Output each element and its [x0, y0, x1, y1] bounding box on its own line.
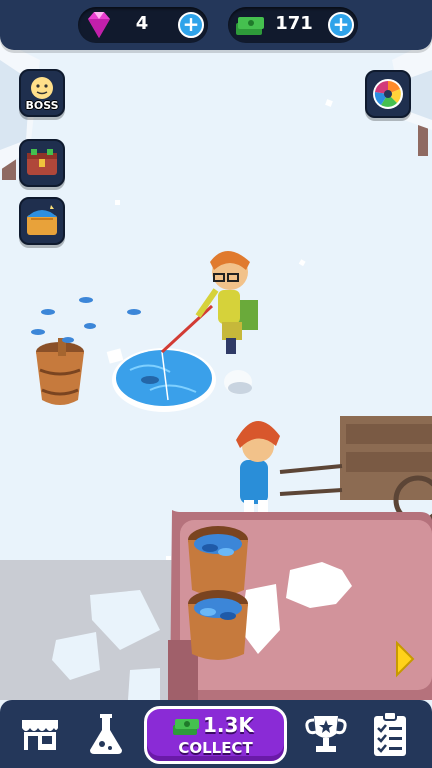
- flask-icon: [90, 714, 122, 754]
- gem-icon: [88, 12, 110, 38]
- add-gems-button[interactable]: +: [178, 12, 204, 38]
- treasure-chest-button[interactable]: [19, 139, 65, 187]
- gems-count: 4: [135, 13, 149, 34]
- boss-label: BOSS: [25, 99, 59, 112]
- collect-amount: 1.3K: [203, 713, 254, 737]
- color-wheel-icon: [373, 79, 403, 109]
- wooden-bucket: [36, 338, 84, 405]
- cash-counter: 171 +: [228, 7, 358, 43]
- arrow-right-icon[interactable]: [394, 640, 416, 678]
- collect-button[interactable]: 1.3K COLLECT: [144, 706, 287, 764]
- bottom-nav-bar: 1.3K COLLECT: [0, 700, 432, 768]
- cash-stack-icon: [173, 719, 199, 735]
- cash-count: 171: [275, 13, 313, 34]
- lab-button[interactable]: [78, 706, 134, 762]
- boss-button[interactable]: BOSS: [19, 69, 65, 117]
- treasure-map-icon: [27, 205, 57, 235]
- color-wheel-button[interactable]: [365, 70, 411, 118]
- trophy-icon: [305, 716, 347, 752]
- collect-label: COLLECT: [178, 739, 253, 757]
- treasure-chest-icon: [27, 149, 57, 175]
- treasure-map-button[interactable]: [19, 197, 65, 245]
- gems-counter: 4 +: [78, 7, 208, 43]
- trophy-button[interactable]: [298, 706, 354, 762]
- currency-bar: 4 + 171 +: [0, 0, 432, 50]
- shop-button[interactable]: [12, 706, 68, 762]
- add-cash-button[interactable]: +: [328, 12, 354, 38]
- cash-stack-icon: [236, 17, 264, 35]
- clipboard-checklist-icon: [374, 711, 406, 756]
- tasks-button[interactable]: [362, 706, 418, 762]
- shop-icon: [22, 720, 58, 750]
